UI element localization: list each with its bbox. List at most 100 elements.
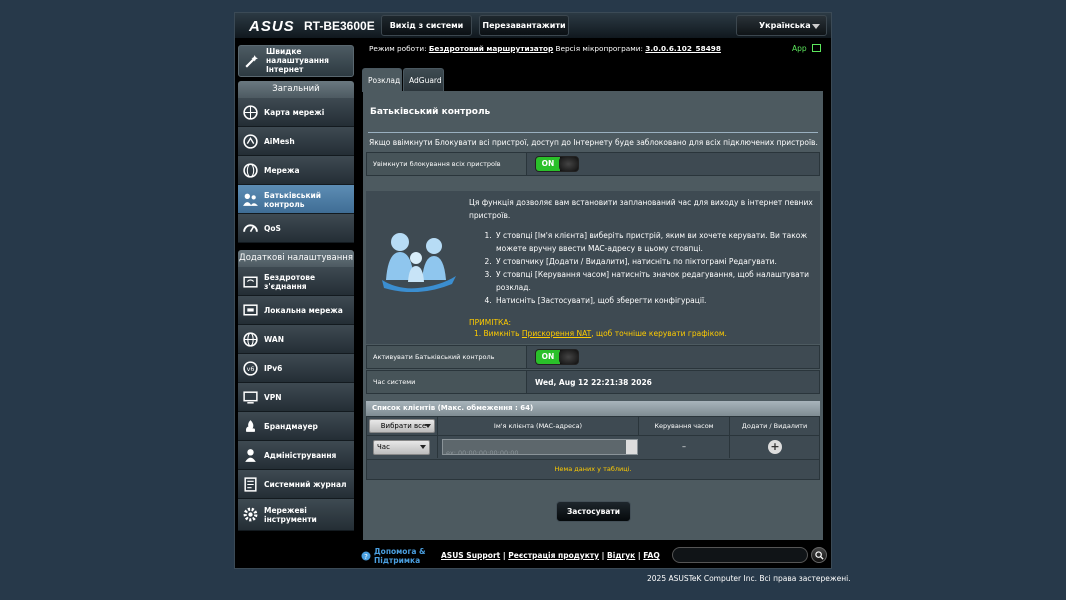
add-client-icon[interactable]: + — [768, 440, 782, 454]
sidebar-item-firewall[interactable]: Брандмауер — [238, 412, 354, 441]
time-mgmt-cell: – — [639, 436, 730, 458]
toggle-knob — [559, 157, 578, 171]
sidebar-item-label: Брандмауер — [264, 422, 318, 431]
sidebar-item-network-tools[interactable]: Мережеві інструменти — [238, 499, 354, 531]
admin-person-icon — [242, 447, 259, 464]
help-support-link[interactable]: ? Допомога & Підтримка — [361, 547, 430, 565]
block-all-notice: Якщо ввімкнути Блокувати всі пристрої, д… — [369, 138, 818, 147]
note-title: ПРИМІТКА: — [469, 318, 512, 327]
select-all-dropdown[interactable]: Вибрати все — [369, 419, 435, 433]
step-item: Натисніть [Застосувати], щоб зберегти ко… — [494, 294, 814, 307]
client-dropdown-arrow-icon[interactable] — [626, 440, 637, 454]
sidebar-item-label: Батьківський контроль — [264, 190, 322, 209]
step-item: У стовпці [Керування часом] натисніть зн… — [494, 268, 814, 294]
language-select[interactable]: Українська — [736, 15, 827, 36]
tab-schedule[interactable]: Розклад — [362, 68, 402, 92]
note-block: ПРИМІТКА: 1. Вимкніть Прискорення NAT, щ… — [469, 317, 727, 339]
reboot-button[interactable]: Перезавантажити — [479, 15, 569, 36]
instruction-steps: У стовпці [Ім'я клієнта] виберіть пристр… — [484, 229, 814, 307]
client-type-select[interactable]: Час — [373, 440, 430, 455]
sidebar-item-parental-control[interactable]: Батьківський контроль — [238, 185, 354, 214]
globe-icon — [242, 104, 259, 121]
no-data-message: Нема даних у таблиці. — [366, 460, 820, 480]
link-separator: | — [637, 551, 641, 560]
language-value: Українська — [759, 21, 811, 30]
sidebar-item-label: Бездротове з'єднання — [264, 272, 316, 291]
sidebar-item-label: QoS — [264, 224, 281, 233]
footer: ? Допомога & Підтримка ASUS Support | Ре… — [361, 547, 829, 567]
col-add-delete: Додати / Видалити — [741, 422, 808, 430]
step-item: У стовпці [Ім'я клієнта] виберіть пристр… — [494, 229, 814, 255]
divider — [368, 132, 818, 133]
firmware-label: Версія мікропрограми: — [555, 44, 643, 53]
enable-parental-toggle[interactable]: ON — [535, 349, 579, 365]
wifi-icon — [242, 273, 259, 290]
col-client-name: Ім'я клієнта (MAC-адреса) — [438, 417, 639, 435]
sidebar-item-label: AiMesh — [264, 137, 295, 146]
page-title: Батьківський контроль — [370, 107, 491, 117]
mac-address-input[interactable]: ex: 00:00:00:00:00:00 — [442, 439, 638, 457]
family-illustration-icon — [382, 233, 456, 292]
apply-button[interactable]: Застосувати — [556, 501, 631, 522]
link-separator: | — [601, 551, 605, 560]
network-globe-icon — [242, 162, 259, 179]
sidebar-item-label: Системний журнал — [264, 480, 347, 489]
router-window: ASUS RT-BE3600E Вихід з системи Перезава… — [234, 12, 832, 569]
sidebar-item-administration[interactable]: Адміністрування — [238, 441, 354, 470]
feedback-link[interactable]: Відгук — [607, 551, 635, 560]
lan-icon — [242, 302, 259, 319]
system-time-label: Час системи — [367, 371, 527, 393]
client-input-row: Час ex: 00:00:00:00:00:00 – + — [366, 436, 820, 460]
nat-acceleration-link[interactable]: Прискорення NAT — [522, 329, 591, 338]
mac-placeholder: ex: 00:00:00:00:00:00 — [446, 449, 519, 457]
asus-support-link[interactable]: ASUS Support — [441, 551, 500, 560]
block-all-row: Увімкнути блокування всіх пристроїв ON — [366, 152, 820, 176]
faq-link[interactable]: FAQ — [643, 551, 659, 560]
app-link[interactable]: App — [792, 44, 822, 53]
log-icon — [242, 476, 259, 493]
svg-text:v6: v6 — [247, 365, 255, 373]
sidebar-item-aimesh[interactable]: AiMesh — [238, 127, 354, 156]
client-list-title: Список клієнтів (Макс. обмеження : 64) — [366, 401, 820, 416]
sidebar-item-label: WAN — [264, 335, 285, 344]
sidebar-item-ipv6[interactable]: v6 IPv6 — [238, 354, 354, 383]
mode-value[interactable]: Бездротовий маршрутизатор — [429, 44, 553, 53]
quick-internet-setup-button[interactable]: Швидке налаштування Інтернет — [238, 45, 354, 77]
step-item: У стовпчику [Додати / Видалити], натисні… — [494, 255, 814, 268]
search-input[interactable] — [672, 547, 808, 563]
note-suffix: , щоб точніше керувати графіком. — [591, 329, 727, 338]
asus-logo: ASUS — [249, 18, 295, 35]
block-all-toggle[interactable]: ON — [535, 156, 579, 172]
client-type-value: Час — [377, 443, 390, 451]
col-time-management: Керування часом — [639, 417, 730, 435]
firewall-icon — [242, 418, 259, 435]
info-box: Ця функція дозволяє вам встановити запла… — [366, 191, 820, 344]
sidebar-item-wan[interactable]: WAN — [238, 325, 354, 354]
tab-adguard[interactable]: AdGuard — [403, 68, 444, 92]
sidebar-item-vpn[interactable]: VPN — [238, 383, 354, 412]
advanced-section-header: Додаткові налаштування — [238, 250, 354, 267]
logout-button[interactable]: Вихід з системи — [381, 15, 472, 36]
toggle-on-label: ON — [536, 157, 560, 171]
firmware-value[interactable]: 3.0.0.6.102_58498 — [645, 44, 721, 53]
sidebar-item-network[interactable]: Мережа — [238, 156, 354, 185]
search-button[interactable] — [811, 547, 827, 563]
sidebar-item-label: IPv6 — [264, 364, 283, 373]
chevron-down-icon — [812, 24, 820, 29]
status-line: Режим роботи: Бездротовий маршрутизатор … — [369, 44, 721, 53]
help-icon: ? — [361, 551, 371, 561]
aimesh-icon — [242, 133, 259, 150]
help-support-label: Допомога & Підтримка — [374, 547, 426, 565]
link-separator: | — [502, 551, 506, 560]
product-registration-link[interactable]: Реєстрація продукту — [508, 551, 599, 560]
main-panel: Батьківський контроль Якщо ввімкнути Бло… — [363, 91, 823, 540]
select-all-label: Вибрати все — [380, 422, 427, 430]
sidebar-item-system-log[interactable]: Системний журнал — [238, 470, 354, 499]
system-time-row: Час системи Wed, Aug 12 22:21:38 2026 — [366, 370, 820, 394]
sidebar-item-qos[interactable]: QoS — [238, 214, 354, 243]
top-bar: ASUS RT-BE3600E Вихід з системи Перезава… — [235, 13, 831, 39]
sidebar-item-wireless[interactable]: Бездротове з'єднання — [238, 267, 354, 296]
sidebar-item-lan[interactable]: Локальна мережа — [238, 296, 354, 325]
sidebar-item-network-map[interactable]: Карта мережі — [238, 98, 354, 127]
note-prefix: 1. Вимкніть — [474, 329, 522, 338]
